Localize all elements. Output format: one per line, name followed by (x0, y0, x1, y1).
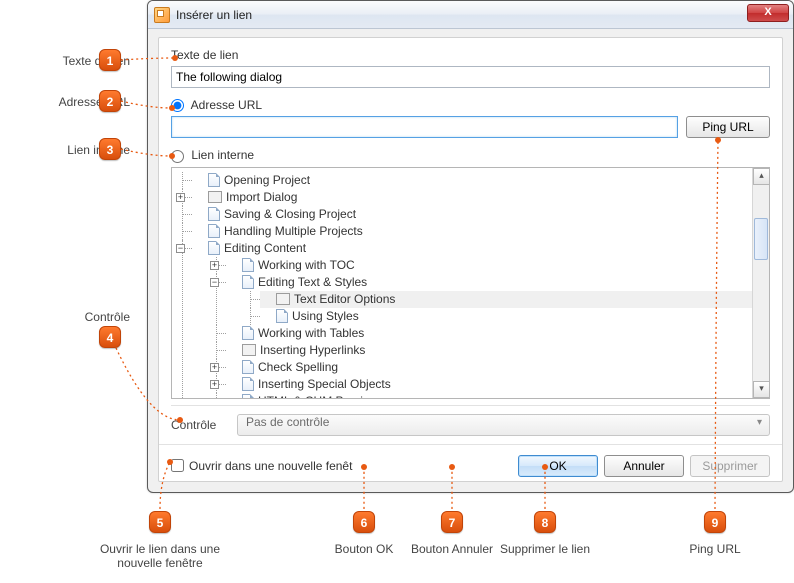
tree-item[interactable]: Saving & Closing Project (192, 206, 752, 223)
scroll-down-button[interactable]: ▾ (753, 381, 770, 398)
page-icon (208, 207, 220, 221)
scroll-up-button[interactable]: ▴ (753, 168, 770, 185)
url-radio-row: Adresse URL (171, 98, 770, 112)
page-icon (242, 360, 254, 374)
tree-item[interactable]: Opening Project (192, 172, 752, 189)
ping-url-button[interactable]: Ping URL (686, 116, 770, 138)
tree-item[interactable]: −Editing Content +Working with TOC −Edit… (192, 240, 752, 398)
callout-4-num: 4 (99, 326, 121, 348)
folder-icon (208, 191, 222, 203)
link-text-input[interactable] (171, 66, 770, 88)
tree-item[interactable]: Using Styles (260, 308, 752, 325)
app-icon (154, 7, 170, 23)
titlebar[interactable]: Insérer un lien X (148, 1, 793, 29)
tree-scrollbar[interactable]: ▴ ▾ (752, 168, 769, 398)
page-icon (208, 173, 220, 187)
callout-8-label: Supprimer le lien (475, 542, 615, 556)
divider (159, 444, 782, 445)
page-icon (208, 241, 220, 255)
topic-tree: Opening Project +Import Dialog Saving & … (171, 167, 770, 399)
collapse-icon[interactable]: − (176, 244, 185, 253)
insert-link-dialog: Insérer un lien X Texte de lien Adresse … (147, 0, 794, 493)
callout-8-num: 8 (534, 511, 556, 533)
window-title: Insérer un lien (176, 8, 252, 22)
tree-item[interactable]: +Import Dialog (192, 189, 752, 206)
expand-icon[interactable]: + (210, 363, 219, 372)
collapse-icon[interactable]: − (210, 278, 219, 287)
page-icon (242, 258, 254, 272)
delete-button[interactable]: Supprimer (690, 455, 770, 477)
page-icon (208, 224, 220, 238)
callout-7-num: 7 (441, 511, 463, 533)
tree-item[interactable]: Working with Tables (226, 325, 752, 342)
callout-3-num: 3 (99, 138, 121, 160)
page-icon (242, 394, 254, 398)
folder-icon (242, 344, 256, 356)
tree-item[interactable]: Inserting Hyperlinks (226, 342, 752, 359)
cancel-button[interactable]: Annuler (604, 455, 684, 477)
callout-9-num: 9 (704, 511, 726, 533)
folder-icon (276, 293, 290, 305)
tree-item[interactable]: HTML & CHM Preview (226, 393, 752, 398)
internal-link-radio[interactable] (171, 150, 184, 163)
scroll-thumb[interactable] (754, 218, 768, 260)
callout-1-num: 1 (99, 49, 121, 71)
callout-2-num: 2 (99, 90, 121, 112)
callout-5-label: Ouvrir le lien dans une nouvelle fenêtre (90, 542, 230, 570)
dialog-body: Texte de lien Adresse URL Ping URL Lien … (158, 37, 783, 482)
tree-item[interactable]: +Check Spelling (226, 359, 752, 376)
url-radio-label: Adresse URL (191, 98, 262, 112)
expand-icon[interactable]: + (210, 261, 219, 270)
page-icon (242, 326, 254, 340)
link-text-label: Texte de lien (171, 48, 770, 62)
tree-item[interactable]: Text Editor Options (260, 291, 752, 308)
url-radio[interactable] (171, 99, 184, 112)
url-input[interactable] (171, 116, 678, 138)
internal-link-radio-label: Lien interne (191, 148, 254, 162)
page-icon (242, 377, 254, 391)
page-icon (242, 275, 254, 289)
close-button[interactable]: X (747, 4, 789, 22)
topic-tree-viewport[interactable]: Opening Project +Import Dialog Saving & … (172, 168, 752, 398)
internal-link-radio-row: Lien interne (171, 148, 770, 162)
page-icon (276, 309, 288, 323)
ok-button[interactable]: OK (518, 455, 598, 477)
tree-item[interactable]: −Editing Text & Styles Text Editor Optio… (226, 274, 752, 325)
tree-item[interactable]: Handling Multiple Projects (192, 223, 752, 240)
open-new-window-label: Ouvrir dans une nouvelle fenêt (189, 459, 352, 473)
tree-item[interactable]: +Inserting Special Objects (226, 376, 752, 393)
callout-6-num: 6 (353, 511, 375, 533)
expand-icon[interactable]: + (210, 380, 219, 389)
tree-item[interactable]: +Working with TOC (226, 257, 752, 274)
callout-9-label: Ping URL (645, 542, 785, 556)
expand-icon[interactable]: + (176, 193, 185, 202)
open-new-window-checkbox[interactable] (171, 459, 184, 472)
callout-5-num: 5 (149, 511, 171, 533)
control-select[interactable]: Pas de contrôle (237, 414, 770, 436)
control-label: Contrôle (171, 418, 227, 432)
callout-4-label: Contrôle (0, 310, 130, 324)
